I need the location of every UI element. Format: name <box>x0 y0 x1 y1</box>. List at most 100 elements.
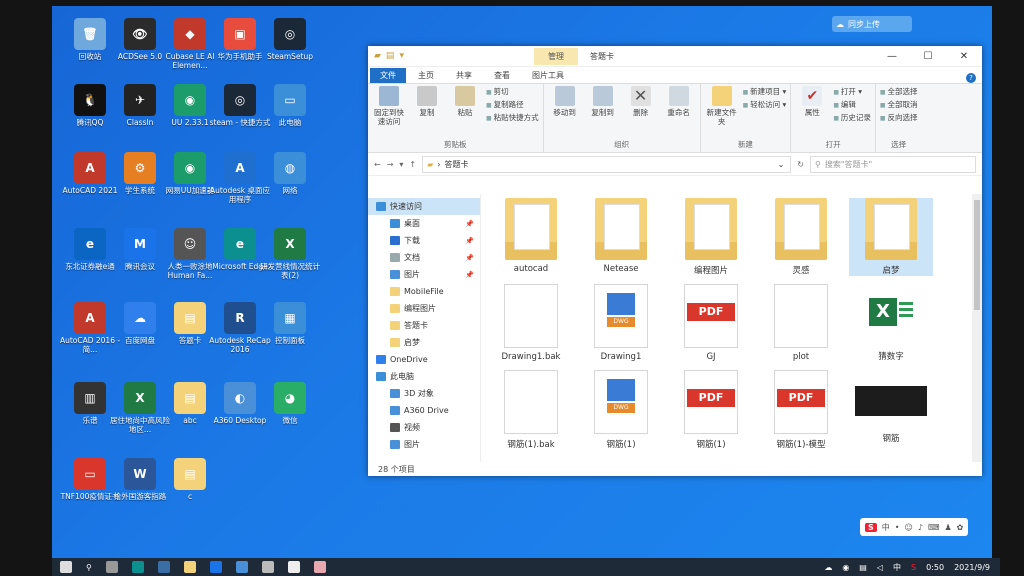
address-dropdown-icon[interactable]: ⌄ <box>778 160 785 169</box>
file-item[interactable]: Netease <box>579 198 663 274</box>
camera-tray-icon[interactable]: ◉ <box>842 563 849 572</box>
nav-item[interactable]: 下载 📌 <box>368 232 480 249</box>
file-item[interactable]: DWG Drawing1 <box>579 284 663 362</box>
move-to-button[interactable]: 移动到 <box>548 86 582 117</box>
nav-item[interactable]: 图片 <box>368 436 480 453</box>
recent-dropdown-icon[interactable]: ▾ <box>399 160 403 169</box>
user-icon[interactable]: ♟ <box>944 523 951 532</box>
new-item-button[interactable]: 新建项目 ▾ <box>743 86 786 97</box>
file-item[interactable]: 启梦 <box>849 198 933 276</box>
open-button[interactable]: 打开 ▾ <box>833 86 871 97</box>
nav-item[interactable]: 文档 📌 <box>368 249 480 266</box>
network-tray-icon[interactable]: ▤ <box>859 563 867 572</box>
desktop-icon[interactable]: ▤ c <box>158 458 222 501</box>
task-view-icon[interactable] <box>105 561 118 573</box>
up-icon[interactable]: ↑ <box>409 160 416 169</box>
search-taskbar-icon[interactable]: ⚲ <box>86 563 92 572</box>
nav-item[interactable]: MobileFile <box>368 283 480 300</box>
invert-selection-button[interactable]: 反向选择 <box>880 112 917 123</box>
search-input[interactable]: ⚲ 搜索"答题卡" <box>810 155 976 173</box>
properties-icon[interactable]: ▤ <box>386 51 395 61</box>
desktop-icon[interactable]: ◎ SteamSetup <box>258 18 322 61</box>
outlook-taskbar-icon[interactable] <box>209 561 222 573</box>
mail-taskbar-icon[interactable] <box>235 561 248 573</box>
file-item[interactable]: plot <box>759 284 843 362</box>
nav-item[interactable]: 快速访问 <box>368 198 480 215</box>
file-item[interactable]: Drawing1.bak <box>489 284 573 362</box>
desktop-icon[interactable]: ◕ 微信 <box>258 382 322 425</box>
desktop-icon[interactable]: X 研发营线情况统计表(2) <box>258 228 322 280</box>
select-none-button[interactable]: 全部取消 <box>880 99 917 110</box>
file-item[interactable]: 编程图片 <box>669 198 753 276</box>
pin-icon[interactable]: 📌 <box>465 237 474 245</box>
file-item[interactable]: 钢筋(1).bak <box>489 370 573 450</box>
nav-item[interactable]: 启梦 <box>368 334 480 351</box>
file-item[interactable]: 钢筋 <box>849 370 933 444</box>
tab-picture-tools[interactable]: 图片工具 <box>522 68 574 83</box>
nav-item[interactable]: 视频 <box>368 419 480 436</box>
file-item[interactable]: PDF 钢筋(1)-模型 <box>759 370 843 450</box>
tab-share[interactable]: 共享 <box>446 68 482 83</box>
pin-icon[interactable]: 📌 <box>465 271 474 279</box>
maximize-button[interactable]: ☐ <box>910 51 946 62</box>
properties-button[interactable]: ✔ 属性 <box>795 86 829 117</box>
clock[interactable]: 0:50 <box>926 563 944 572</box>
tab-home[interactable]: 主页 <box>408 68 444 83</box>
desktop-icon[interactable]: ▦ 控制面板 <box>258 302 322 345</box>
forward-icon[interactable]: → <box>387 160 394 169</box>
note-taskbar-icon[interactable] <box>287 561 300 573</box>
dropdown-icon[interactable]: ▾ <box>399 51 404 61</box>
nav-item[interactable]: A360 Drive <box>368 402 480 419</box>
file-item[interactable]: autocad <box>489 198 573 274</box>
copy-path-button[interactable]: 复制路径 <box>486 99 539 110</box>
nav-item[interactable]: OneDrive <box>368 351 480 368</box>
skin-icon[interactable]: ✿ <box>957 523 964 532</box>
file-item[interactable]: PDF GJ <box>669 284 753 362</box>
cloud-sync-button[interactable]: ☁ 同步上传 <box>832 16 912 32</box>
folder-icon[interactable]: ▰ <box>374 51 381 61</box>
help-icon[interactable]: ? <box>966 73 976 83</box>
ime-tray-label[interactable]: 中 <box>893 562 901 573</box>
scrollbar-thumb[interactable] <box>974 200 980 310</box>
nav-item[interactable]: 桌面 📌 <box>368 215 480 232</box>
sogou-tray-icon[interactable]: S <box>911 563 916 572</box>
punctuation-icon[interactable]: • <box>895 523 900 532</box>
context-tab-manage[interactable]: 管理 <box>533 47 578 65</box>
explorer-taskbar-icon[interactable] <box>183 561 196 573</box>
paste-button[interactable]: 粘贴 <box>448 86 482 117</box>
cloud-tray-icon[interactable]: ☁ <box>824 563 832 572</box>
volume-tray-icon[interactable]: ◁ <box>877 563 883 572</box>
refresh-icon[interactable]: ↻ <box>797 160 804 169</box>
copy-button[interactable]: 复制 <box>410 86 444 117</box>
start-icon[interactable] <box>60 561 72 573</box>
address-bar[interactable]: ▰ › 答题卡 ⌄ <box>422 155 792 173</box>
keyboard-icon[interactable]: ⌨ <box>928 523 940 532</box>
file-item[interactable]: PDF 钢筋(1) <box>669 370 753 450</box>
file-item[interactable]: X 猜数字 <box>849 284 933 362</box>
pin-icon[interactable]: 📌 <box>465 220 474 228</box>
tab-view[interactable]: 查看 <box>484 68 520 83</box>
ime-toolbar[interactable]: S 中 • ☺ ♪ ⌨ ♟ ✿ <box>860 518 969 536</box>
edge-taskbar-icon[interactable] <box>131 561 144 573</box>
app-taskbar-icon[interactable] <box>261 561 274 573</box>
close-button[interactable]: ✕ <box>946 51 982 62</box>
cut-button[interactable]: 剪切 <box>486 86 539 97</box>
nav-item[interactable]: 此电脑 <box>368 368 480 385</box>
date[interactable]: 2021/9/9 <box>954 563 990 572</box>
delete-button[interactable]: ✕ 删除 <box>624 86 658 117</box>
nav-item[interactable]: 答题卡 <box>368 317 480 334</box>
nav-item[interactable]: 编程图片 <box>368 300 480 317</box>
store-taskbar-icon[interactable] <box>157 561 170 573</box>
edit-button[interactable]: 编辑 <box>833 99 871 110</box>
nav-item[interactable]: 3D 对象 <box>368 385 480 402</box>
emoji-icon[interactable]: ☺ <box>904 523 912 532</box>
rename-button[interactable]: 重命名 <box>662 86 696 117</box>
copy-to-button[interactable]: 复制到 <box>586 86 620 117</box>
pin-icon[interactable]: 📌 <box>465 254 474 262</box>
history-button[interactable]: 历史记录 <box>833 112 871 123</box>
new-folder-button[interactable]: 新建文件夹 <box>705 86 739 126</box>
photos-taskbar-icon[interactable] <box>313 561 326 573</box>
paste-shortcut-button[interactable]: 粘贴快捷方式 <box>486 112 539 123</box>
back-icon[interactable]: ← <box>374 160 381 169</box>
file-item[interactable]: DWG 钢筋(1) <box>579 370 663 450</box>
